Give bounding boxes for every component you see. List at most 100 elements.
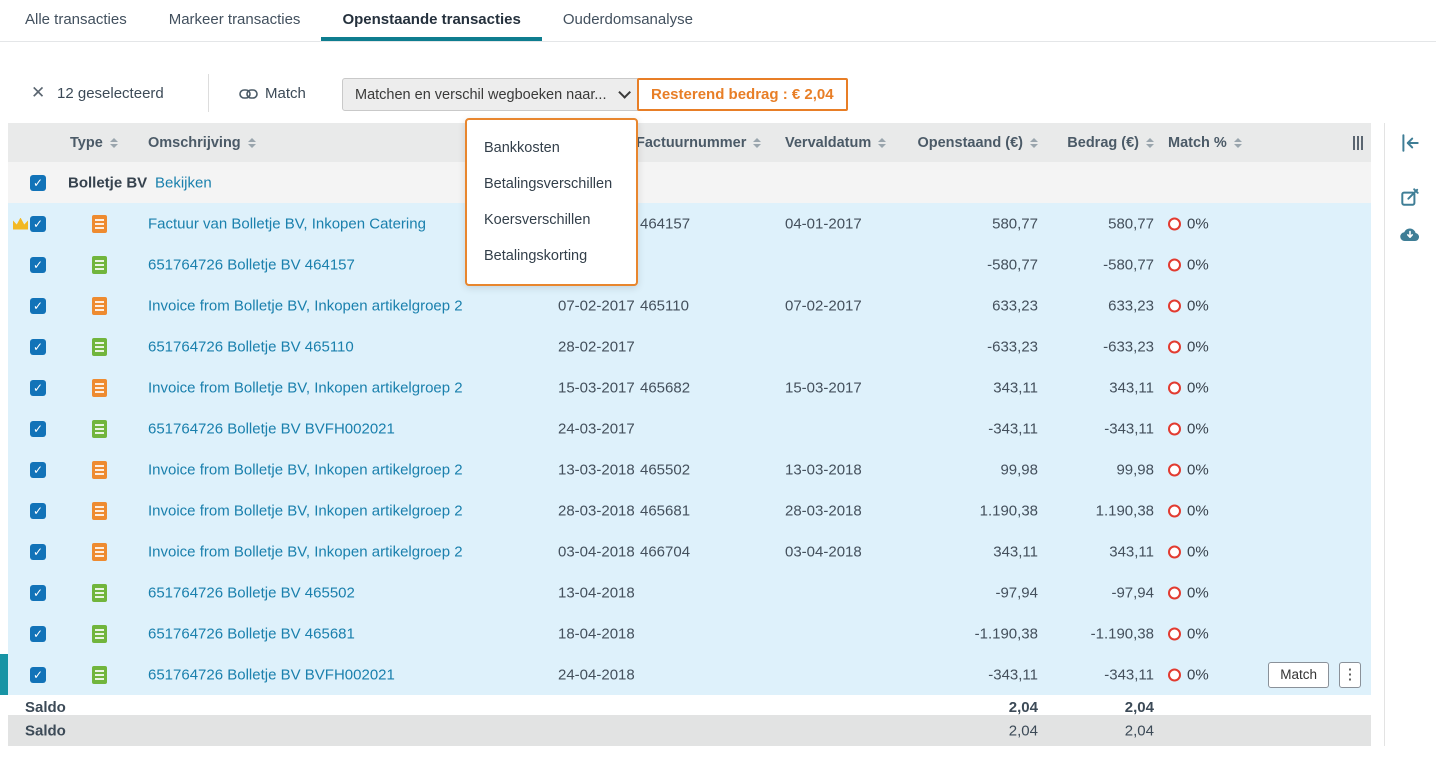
invoice-icon: [92, 542, 107, 561]
table-row[interactable]: Invoice from Bolletje BV, Inkopen artike…: [8, 531, 1371, 572]
row-checkbox[interactable]: [30, 502, 46, 519]
row-outstanding-amount: -343,11: [988, 420, 1038, 437]
sort-icon: [1233, 137, 1242, 148]
row-checkbox[interactable]: [30, 584, 46, 601]
row-match-percentage: 0%: [1168, 584, 1209, 601]
match-status-icon: [1168, 668, 1181, 681]
row-match-percentage: 0%: [1168, 543, 1209, 560]
row-amount: -97,94: [1111, 584, 1154, 601]
table-row[interactable]: Invoice from Bolletje BV, Inkopen artike…: [8, 367, 1371, 408]
column-settings-icon[interactable]: [1353, 135, 1355, 150]
match-percentage-label: 0%: [1187, 625, 1209, 642]
match-status-icon: [1168, 340, 1181, 353]
match-status-icon: [1168, 299, 1181, 312]
row-checkbox[interactable]: [30, 625, 46, 642]
table-body: Factuur van Bolletje BV, Inkopen Caterin…: [0, 203, 1371, 695]
row-due-date: 28-03-2018: [785, 502, 862, 519]
row-description-link[interactable]: Factuur van Bolletje BV, Inkopen Caterin…: [148, 215, 426, 232]
row-checkbox[interactable]: [30, 666, 46, 683]
row-checkbox[interactable]: [30, 256, 46, 273]
row-description-link[interactable]: 651764726 Bolletje BV BVFH002021: [148, 666, 395, 683]
match-percentage-label: 0%: [1187, 420, 1209, 437]
menu-item-bankkosten[interactable]: Bankkosten: [467, 130, 636, 166]
table-row[interactable]: 651764726 Bolletje BV BVFH002021 24-03-20…: [8, 408, 1371, 449]
row-match-percentage: 0%: [1168, 379, 1209, 396]
bank-statement-icon: [92, 337, 107, 356]
row-amount: 343,11: [1109, 543, 1154, 560]
row-due-date: 04-01-2017: [785, 215, 862, 232]
match-percentage-label: 0%: [1187, 543, 1209, 560]
row-checkbox[interactable]: [30, 461, 46, 478]
group-view-link[interactable]: Bekijken: [155, 174, 212, 191]
tab-ouderdomsanalyse[interactable]: Ouderdomsanalyse: [542, 0, 714, 41]
row-due-date: 07-02-2017: [785, 297, 862, 314]
row-description-link[interactable]: Invoice from Bolletje BV, Inkopen artike…: [148, 297, 463, 314]
row-date: 15-03-2017: [558, 379, 635, 396]
sort-icon: [878, 137, 887, 148]
row-due-date: 13-03-2018: [785, 461, 862, 478]
match-action[interactable]: Match: [239, 85, 306, 102]
column-header-omschrijving[interactable]: Omschrijving: [148, 135, 256, 151]
column-header-factuurnummer[interactable]: Factuurnummer: [636, 135, 762, 151]
row-description-link[interactable]: Invoice from Bolletje BV, Inkopen artike…: [148, 502, 463, 519]
sort-icon: [247, 137, 256, 148]
row-checkbox[interactable]: [30, 543, 46, 560]
row-checkbox[interactable]: [30, 338, 46, 355]
table-row[interactable]: 651764726 Bolletje BV BVFH002021 24-04-20…: [0, 654, 1371, 695]
column-header-type[interactable]: Type: [70, 135, 118, 151]
column-header-vervaldatum[interactable]: Vervaldatum: [785, 135, 887, 151]
group-name: Bolletje BV: [68, 174, 148, 191]
menu-item-koersverschillen[interactable]: Koersverschillen: [467, 202, 636, 238]
sort-icon: [753, 137, 762, 148]
tab-alle-transacties[interactable]: Alle transacties: [25, 0, 148, 41]
tab-openstaande-transacties[interactable]: Openstaande transacties: [321, 0, 542, 41]
row-date: 13-03-2018: [558, 461, 635, 478]
row-description-link[interactable]: 651764726 Bolletje BV 465502: [148, 584, 355, 601]
table-row[interactable]: Invoice from Bolletje BV, Inkopen artike…: [8, 449, 1371, 490]
cloud-download-icon[interactable]: [1399, 226, 1421, 248]
collapse-panel-icon[interactable]: [1399, 132, 1421, 154]
row-checkbox[interactable]: [30, 379, 46, 396]
column-header-match[interactable]: Match %: [1168, 135, 1242, 151]
table-row[interactable]: 651764726 Bolletje BV 464157 -580,77 -580,…: [8, 244, 1371, 285]
row-match-percentage: 0%: [1168, 420, 1209, 437]
row-description-link[interactable]: Invoice from Bolletje BV, Inkopen artike…: [148, 543, 463, 560]
row-amount: 580,77: [1108, 215, 1154, 232]
group-checkbox[interactable]: [30, 174, 46, 191]
row-more-options-button[interactable]: ⋮: [1339, 661, 1361, 688]
row-description-link[interactable]: Invoice from Bolletje BV, Inkopen artike…: [148, 461, 463, 478]
row-description-link[interactable]: 651764726 Bolletje BV 465681: [148, 625, 355, 642]
row-checkbox[interactable]: [30, 420, 46, 437]
row-outstanding-amount: -97,94: [995, 584, 1038, 601]
table-row[interactable]: 651764726 Bolletje BV 465681 18-04-2018 -1…: [8, 613, 1371, 654]
row-description-link[interactable]: 651764726 Bolletje BV 465110: [148, 338, 354, 355]
edit-icon[interactable]: [1399, 186, 1421, 208]
row-checkbox[interactable]: [30, 297, 46, 314]
row-date: 24-03-2017: [558, 420, 635, 437]
menu-item-betalingsverschillen[interactable]: Betalingsverschillen: [467, 166, 636, 202]
row-checkbox[interactable]: [30, 215, 46, 232]
row-invoice-number: 465502: [640, 461, 691, 478]
table-row[interactable]: Factuur van Bolletje BV, Inkopen Caterin…: [8, 203, 1371, 244]
row-description-link[interactable]: 651764726 Bolletje BV BVFH002021: [148, 420, 395, 437]
clear-selection-icon[interactable]: ✕: [31, 83, 45, 103]
row-description-link[interactable]: Invoice from Bolletje BV, Inkopen artike…: [148, 379, 463, 396]
table-row[interactable]: Invoice from Bolletje BV, Inkopen artike…: [8, 285, 1371, 326]
table-row[interactable]: 651764726 Bolletje BV 465502 13-04-2018 -9…: [8, 572, 1371, 613]
group-row: Bolletje BV Bekijken: [8, 162, 1371, 203]
column-header-openstaand[interactable]: Openstaand (€): [917, 135, 1038, 151]
match-status-icon: [1168, 422, 1181, 435]
column-header-bedrag[interactable]: Bedrag (€): [1067, 135, 1154, 151]
match-percentage-label: 0%: [1187, 215, 1209, 232]
group-subtotal-row: Saldo 2,04 2,04: [8, 695, 1371, 715]
row-description-link[interactable]: 651764726 Bolletje BV 464157: [148, 256, 355, 273]
invoice-icon: [92, 296, 107, 315]
table-row[interactable]: 651764726 Bolletje BV 465110 28-02-2017 -6…: [8, 326, 1371, 367]
row-match-button[interactable]: Match: [1268, 661, 1329, 688]
tab-markeer-transacties[interactable]: Markeer transacties: [148, 0, 322, 41]
writeoff-dropdown[interactable]: Matchen en verschil wegboeken naar...: [342, 78, 640, 111]
row-invoice-number: 465682: [640, 379, 691, 396]
menu-item-betalingskorting[interactable]: Betalingskorting: [467, 238, 636, 274]
table-row[interactable]: Invoice from Bolletje BV, Inkopen artike…: [8, 490, 1371, 531]
row-amount: 99,98: [1116, 461, 1154, 478]
